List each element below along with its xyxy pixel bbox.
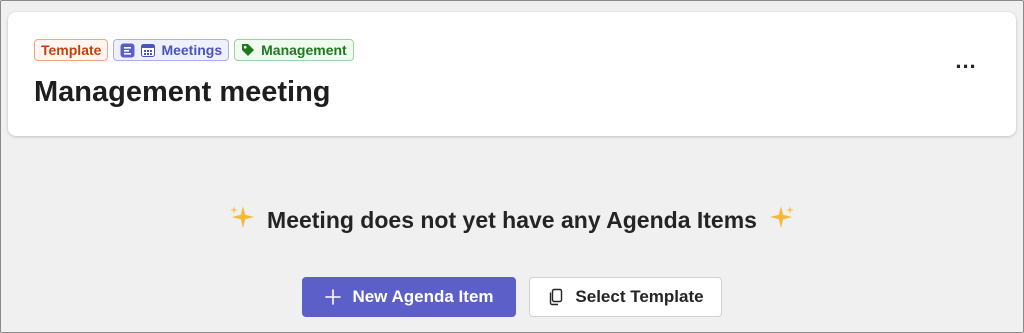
management-tag[interactable]: Management <box>234 39 354 61</box>
management-tag-label: Management <box>261 42 347 58</box>
meeting-title: Management meeting <box>34 76 331 108</box>
sparkle-icon <box>229 204 255 236</box>
select-template-button[interactable]: Select Template <box>529 277 722 317</box>
sparkle-icon <box>769 204 795 236</box>
template-tag-label: Template <box>41 42 102 58</box>
empty-state-message: Meeting does not yet have any Agenda Ite… <box>1 204 1023 236</box>
tag-list: Template Meetings Management <box>34 39 354 61</box>
meetings-app-icon <box>120 43 135 58</box>
new-agenda-item-button[interactable]: New Agenda Item <box>302 277 516 317</box>
app-frame: Template Meetings Management Management … <box>0 0 1024 333</box>
meetings-tag-label: Meetings <box>161 42 223 58</box>
template-tag[interactable]: Template <box>34 39 109 61</box>
new-agenda-item-label: New Agenda Item <box>352 287 494 306</box>
calendar-icon <box>141 43 156 57</box>
meeting-header-card: Template Meetings Management Management … <box>8 12 1016 136</box>
meetings-tag[interactable]: Meetings <box>113 39 230 61</box>
empty-state-text: Meeting does not yet have any Agenda Ite… <box>267 206 757 233</box>
plus-icon <box>324 288 342 306</box>
select-template-label: Select Template <box>575 287 704 306</box>
copy-icon <box>547 288 565 306</box>
more-options-button[interactable]: ... <box>948 48 984 74</box>
tag-icon <box>241 43 255 57</box>
